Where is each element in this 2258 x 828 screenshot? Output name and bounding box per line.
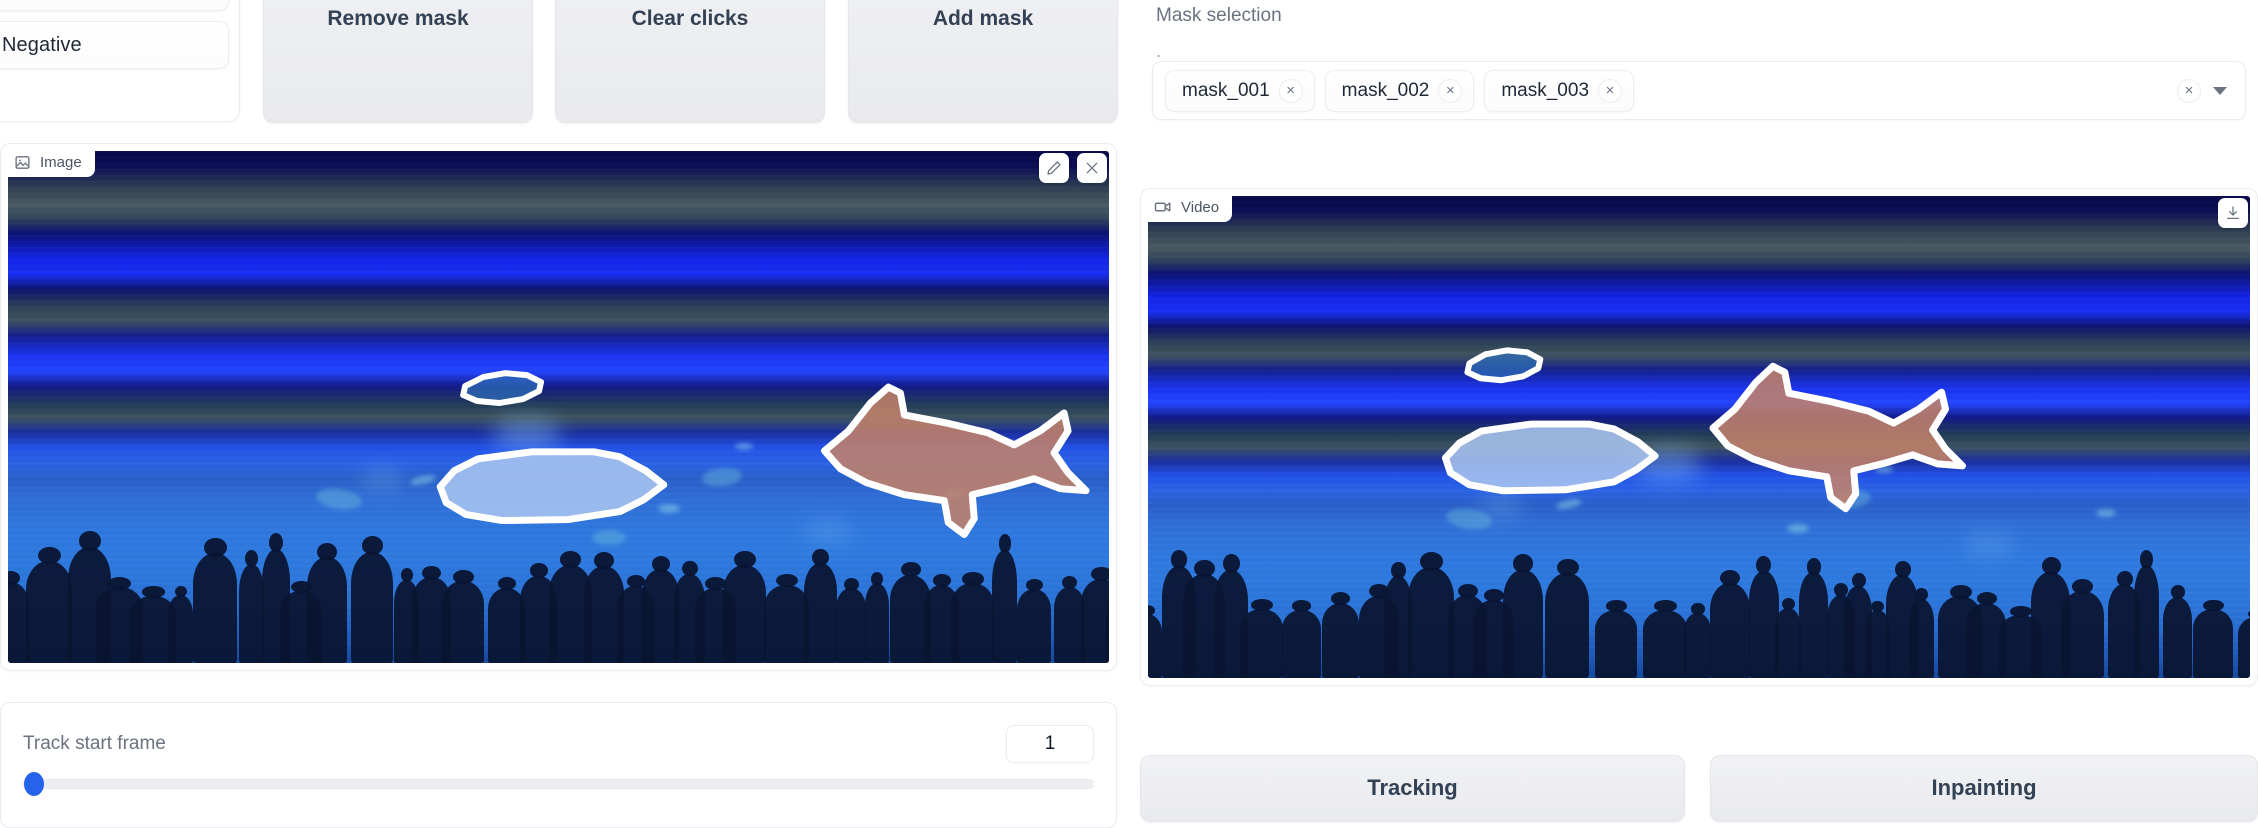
mask-token: mask_002 × — [1324, 69, 1475, 112]
left-column: Positive Negative Remove mask Clear clic… — [0, 0, 1118, 828]
video-panel-tab: Video — [1145, 192, 1233, 222]
chevron-down-icon[interactable] — [2213, 86, 2227, 95]
radio-label-negative: Negative — [2, 33, 82, 56]
tracking-button[interactable]: Tracking — [1140, 755, 1685, 822]
image-panel-tab: Image — [5, 147, 95, 177]
mask-token-remove-icon[interactable]: × — [1598, 78, 1623, 103]
download-video-button[interactable] — [2218, 198, 2248, 228]
image-canvas[interactable] — [8, 151, 1109, 663]
mask-selection-multiselect[interactable]: mask_001 × mask_002 × mask_003 × × — [1152, 61, 2246, 120]
clear-clicks-button[interactable]: Clear clicks — [555, 0, 825, 123]
mask-token-label: mask_003 — [1501, 79, 1590, 101]
mask-token-label: mask_002 — [1341, 79, 1430, 101]
pencil-icon — [1046, 160, 1062, 176]
track-start-frame-slider[interactable] — [23, 772, 1094, 796]
video-camera-icon — [1154, 198, 1172, 216]
track-start-frame-input[interactable]: 1 — [1006, 725, 1094, 763]
video-panel-tab-label: Video — [1181, 198, 1220, 216]
mask-token-label: mask_001 — [1182, 79, 1270, 101]
close-image-button[interactable] — [1077, 153, 1107, 183]
track-start-frame-label: Track start frame — [23, 733, 166, 754]
mask-selection-title: Mask selection — [1156, 5, 1282, 26]
image-icon — [14, 154, 31, 171]
mask-token: mask_001 × — [1165, 69, 1315, 112]
clear-all-masks-icon[interactable]: × — [2177, 78, 2201, 103]
video-panel-corner-buttons — [2218, 198, 2248, 228]
edit-image-button[interactable] — [1039, 153, 1069, 183]
aquarium-scene — [1148, 196, 2250, 678]
click-type-radio-group: Positive Negative — [0, 0, 240, 122]
image-panel-corner-buttons — [1039, 153, 1107, 183]
radio-option-negative[interactable]: Negative — [0, 21, 229, 69]
mask-selection-info-dot: . — [1156, 41, 1162, 61]
app-root: Positive Negative Remove mask Clear clic… — [0, 0, 2258, 828]
inpainting-button[interactable]: Inpainting — [1710, 755, 2258, 822]
remove-mask-button[interactable]: Remove mask — [263, 0, 533, 123]
aquarium-scene — [8, 151, 1109, 663]
mask-selection-actions: × — [2177, 78, 2233, 103]
track-start-frame-slider-thumb[interactable] — [24, 772, 44, 796]
mask-selection-group: Mask selection . mask_001 × mask_002 × m… — [1140, 0, 2258, 162]
mask-token-remove-icon[interactable]: × — [1278, 78, 1303, 103]
close-icon — [1084, 160, 1100, 176]
track-start-frame-card: Track start frame 1 — [0, 702, 1117, 828]
track-start-frame-row: Track start frame 1 — [23, 723, 1094, 765]
image-panel-tab-label: Image — [40, 153, 82, 171]
video-preview-panel: Video — [1140, 188, 2258, 686]
add-mask-button[interactable]: Add mask — [848, 0, 1118, 123]
image-preview-panel: Image — [0, 143, 1117, 671]
mask-token: mask_003 × — [1484, 69, 1635, 112]
video-canvas[interactable] — [1148, 196, 2250, 678]
mask-token-remove-icon[interactable]: × — [1438, 78, 1463, 103]
right-column: Mask selection . mask_001 × mask_002 × m… — [1140, 0, 2258, 828]
radio-option-positive[interactable]: Positive — [0, 0, 229, 11]
download-icon — [2225, 205, 2241, 221]
